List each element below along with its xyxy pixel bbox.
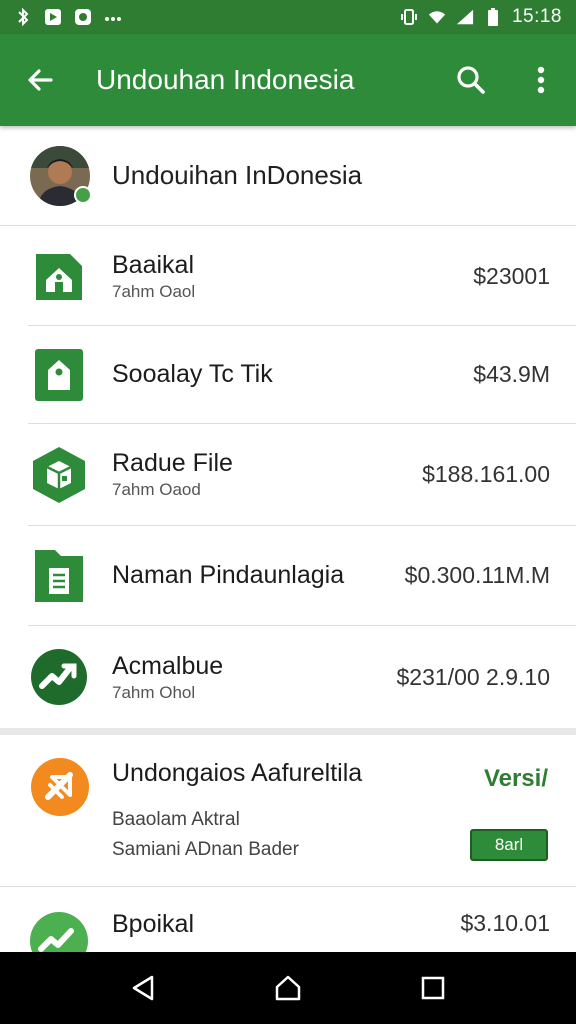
list-item[interactable]: Radue File 7ahm Oaod $188.161.00 (28, 424, 576, 526)
package-icon (28, 444, 90, 506)
bluetooth-icon (14, 8, 32, 26)
featured-badge-button[interactable]: 8arl (470, 829, 548, 861)
featured-item[interactable]: Undongaios Aafureltila Baaolam Aktral Sa… (0, 735, 576, 887)
nav-home-button[interactable] (258, 958, 318, 1018)
item-title: Sooalay Tc Tik (112, 360, 273, 388)
nav-recents-icon (422, 976, 445, 1000)
screen: 15:18 Undouhan Indonesia Undouihan InDon… (0, 0, 576, 1024)
wifi-icon (428, 8, 446, 26)
list-item[interactable]: Naman Pindaunlagia $0.300.11M.M (28, 526, 576, 626)
notification-app-icon (74, 8, 92, 26)
item-value: $231/00 2.9.10 (396, 663, 550, 690)
item-value: $43.9M (473, 361, 550, 387)
more-notifications-icon (104, 8, 122, 26)
item-subtitle: 7ahm Oaod (112, 480, 201, 499)
item-title: Naman Pindaunlagia (112, 561, 345, 589)
back-button[interactable] (0, 34, 80, 126)
section-divider (0, 728, 576, 735)
featured-line-2: Samiani ADnan Bader (112, 839, 299, 860)
item-title: Radue File (112, 449, 233, 477)
system-nav-bar (0, 952, 576, 1024)
signal-icon (456, 8, 474, 26)
profile-header[interactable]: Undouihan InDonesia (0, 126, 576, 226)
item-value: $3.10.01 (460, 910, 550, 936)
search-icon (457, 66, 485, 94)
item-title: Baaikal (112, 251, 194, 279)
version-label: Versi/ (483, 765, 548, 792)
item-value: $23001 (473, 263, 550, 289)
featured-title: Undongaios Aafureltila (112, 759, 363, 787)
avatar (30, 145, 92, 206)
item-subtitle: 7ahm Ohol (112, 682, 196, 702)
status-time: 15:18 (511, 6, 562, 27)
notification-app-icon (44, 8, 62, 26)
vibrate-icon (400, 8, 418, 26)
item-value: $0.300.11M.M (404, 562, 550, 588)
search-button[interactable] (436, 34, 506, 126)
verified-badge-icon (74, 185, 92, 204)
app-bar: Undouhan Indonesia (0, 34, 576, 126)
item-subtitle: 7ahm Oaol (112, 282, 196, 301)
list-item[interactable]: Sooalay Tc Tik $43.9M (28, 326, 576, 424)
battery-icon (484, 8, 502, 26)
tag-file-icon (28, 344, 90, 406)
profile-name: Undouihan InDonesia (112, 160, 363, 190)
nav-back-button[interactable] (113, 958, 173, 1018)
status-bar: 15:18 (0, 0, 576, 34)
item-value: $188.161.00 (422, 461, 550, 487)
arrow-left-icon (28, 69, 53, 91)
list-item[interactable]: Baaikal 7ahm Oaol $23001 (28, 228, 576, 326)
nav-home-icon (275, 975, 301, 1001)
item-title: Acmalbue (112, 651, 224, 680)
home-file-icon (28, 246, 90, 308)
nav-recents-button[interactable] (403, 958, 463, 1018)
overflow-menu-button[interactable] (506, 34, 576, 126)
trend-icon (28, 646, 90, 708)
list-item[interactable]: Acmalbue 7ahm Ohol $231/00 2.9.10 (28, 626, 576, 728)
download-orange-icon (30, 757, 90, 817)
nav-back-icon (132, 975, 153, 1001)
app-bar-title: Undouhan Indonesia (96, 64, 355, 95)
more-vert-icon (537, 66, 545, 94)
featured-line-1: Baaolam Aktral (112, 809, 240, 830)
item-title: Bpoikal (112, 910, 194, 938)
document-icon (28, 545, 90, 607)
